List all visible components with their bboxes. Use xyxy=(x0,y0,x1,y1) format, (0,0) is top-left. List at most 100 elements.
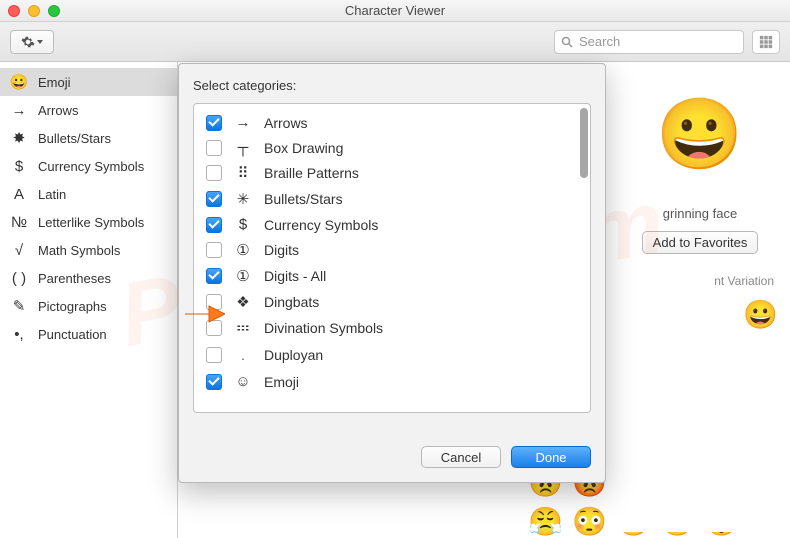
sidebar-item-label: Arrows xyxy=(38,103,78,118)
select-categories-dialog: Select categories: → Arrows ┬ Box Drawing ⠿ B… xyxy=(178,63,606,483)
sidebar-item[interactable]: ( ) Parentheses xyxy=(0,264,177,292)
category-icon: ✳ xyxy=(232,190,254,208)
search-placeholder: Search xyxy=(579,34,620,49)
category-item[interactable]: 𝌅 Divination Symbols xyxy=(200,315,584,341)
scrollbar-thumb[interactable] xyxy=(580,108,588,178)
category-icon: ┬ xyxy=(232,139,254,156)
search-input[interactable]: Search xyxy=(554,30,744,54)
category-icon: $ xyxy=(232,216,254,233)
category-checkbox[interactable] xyxy=(206,374,222,390)
category-checkbox[interactable] xyxy=(206,140,222,156)
category-sidebar: 😀 Emoji →Arrows ✸ Bullets/Stars $ Currency Sym… xyxy=(0,62,178,538)
category-item[interactable]: ① Digits xyxy=(200,237,584,263)
sidebar-item-label: Latin xyxy=(38,187,66,202)
sidebar-item-icon: 😀 xyxy=(10,73,28,91)
sidebar-item-label: Bullets/Stars xyxy=(38,131,111,146)
sidebar-item-label: Pictographs xyxy=(38,299,107,314)
category-item[interactable]: ⠿ Braille Patterns xyxy=(200,160,584,186)
sidebar-item-label: Parentheses xyxy=(38,271,111,286)
maximize-window-button[interactable] xyxy=(48,5,60,17)
sidebar-item-icon: A xyxy=(10,185,28,203)
category-item[interactable]: → Arrows xyxy=(200,110,584,135)
minimize-window-button[interactable] xyxy=(28,5,40,17)
category-checkbox[interactable] xyxy=(206,242,222,258)
category-checkbox[interactable] xyxy=(206,165,222,181)
sidebar-item-icon: ✸ xyxy=(10,129,28,147)
chevron-down-icon xyxy=(37,40,43,44)
grid-icon xyxy=(759,35,773,49)
category-checkbox[interactable] xyxy=(206,115,222,131)
sidebar-item-icon: ✎ xyxy=(10,297,28,315)
sidebar-item[interactable]: 😀 Emoji xyxy=(0,68,177,96)
sidebar-item-label: Currency Symbols xyxy=(38,159,144,174)
category-item[interactable]: ① Digits - All xyxy=(200,263,584,289)
category-label: Bullets/Stars xyxy=(264,191,343,207)
sidebar-item[interactable]: √Math Symbols xyxy=(0,236,177,264)
category-item[interactable]: ✳ Bullets/Stars xyxy=(200,186,584,212)
titlebar: Character Viewer xyxy=(0,0,790,22)
settings-dropdown-button[interactable] xyxy=(10,30,54,54)
category-checkbox[interactable] xyxy=(206,217,222,233)
category-label: Box Drawing xyxy=(264,140,343,156)
emoji-name-label: grinning face xyxy=(622,206,778,221)
category-icon: 𛰀 xyxy=(232,345,254,365)
sidebar-item-icon: № xyxy=(10,213,28,231)
done-button[interactable]: Done xyxy=(511,446,591,468)
toolbar: Search xyxy=(0,22,790,62)
category-item[interactable]: ☺ Emoji xyxy=(200,369,584,394)
sidebar-item-label: Emoji xyxy=(38,75,71,90)
window-controls xyxy=(8,5,60,17)
category-label: Divination Symbols xyxy=(264,320,383,336)
font-variation-heading: nt Variation xyxy=(622,274,778,288)
dialog-heading: Select categories: xyxy=(179,64,605,103)
sidebar-item[interactable]: № Letterlike Symbols xyxy=(0,208,177,236)
category-label: Arrows xyxy=(264,115,308,131)
category-icon: ① xyxy=(232,267,254,285)
emoji-cell[interactable]: 😤 xyxy=(528,505,566,538)
category-label: Braille Patterns xyxy=(264,165,359,181)
annotation-arrow-icon xyxy=(185,302,225,326)
sidebar-item-icon: $ xyxy=(10,157,28,175)
category-label: Digits xyxy=(264,242,299,258)
close-window-button[interactable] xyxy=(8,5,20,17)
search-icon xyxy=(561,36,573,48)
category-label: Currency Symbols xyxy=(264,217,378,233)
category-label: Duployan xyxy=(264,347,323,363)
font-variation-emoji: 😀 xyxy=(622,288,778,331)
category-label: Dingbats xyxy=(264,294,319,310)
grid-view-button[interactable] xyxy=(752,30,780,54)
sidebar-item[interactable]: $ Currency Symbols xyxy=(0,152,177,180)
sidebar-item-label: Math Symbols xyxy=(38,243,120,258)
category-checkbox[interactable] xyxy=(206,268,222,284)
category-icon: → xyxy=(232,114,254,131)
category-checkbox[interactable] xyxy=(206,347,222,363)
category-icon: ❖ xyxy=(232,293,254,311)
category-item[interactable]: ┬ Box Drawing xyxy=(200,135,584,160)
sidebar-item[interactable]: ✸ Bullets/Stars xyxy=(0,124,177,152)
category-label: Emoji xyxy=(264,374,299,390)
category-item[interactable]: ❖ Dingbats xyxy=(200,289,584,315)
cancel-button[interactable]: Cancel xyxy=(421,446,501,468)
detail-panel: 😀 grinning face Add to Favorites nt Vari… xyxy=(610,62,790,532)
category-icon: ☺ xyxy=(232,373,254,390)
add-to-favorites-button[interactable]: Add to Favorites xyxy=(642,231,759,254)
sidebar-item[interactable]: →Arrows xyxy=(0,96,177,124)
category-item[interactable]: 𛰀 Duployan xyxy=(200,341,584,369)
sidebar-item-label: Letterlike Symbols xyxy=(38,215,144,230)
sidebar-item[interactable]: A Latin xyxy=(0,180,177,208)
category-checkbox[interactable] xyxy=(206,191,222,207)
emoji-cell[interactable]: 😳 xyxy=(572,505,610,538)
category-item[interactable]: $ Currency Symbols xyxy=(200,212,584,237)
sidebar-item-icon: ( ) xyxy=(10,269,28,287)
category-icon: ① xyxy=(232,241,254,259)
sidebar-item-label: Punctuation xyxy=(38,327,107,342)
sidebar-item-icon: •, xyxy=(10,325,28,343)
category-icon: 𝌅 xyxy=(232,319,254,337)
category-list: → Arrows ┬ Box Drawing ⠿ Braille Patterns ✳ Bul… xyxy=(193,103,591,413)
sidebar-item[interactable]: •, Punctuation xyxy=(0,320,177,348)
sidebar-item[interactable]: ✎ Pictographs xyxy=(0,292,177,320)
category-icon: ⠿ xyxy=(232,164,254,182)
preview-emoji: 😀 xyxy=(622,94,778,176)
gear-icon xyxy=(21,35,35,49)
category-label: Digits - All xyxy=(264,268,326,284)
